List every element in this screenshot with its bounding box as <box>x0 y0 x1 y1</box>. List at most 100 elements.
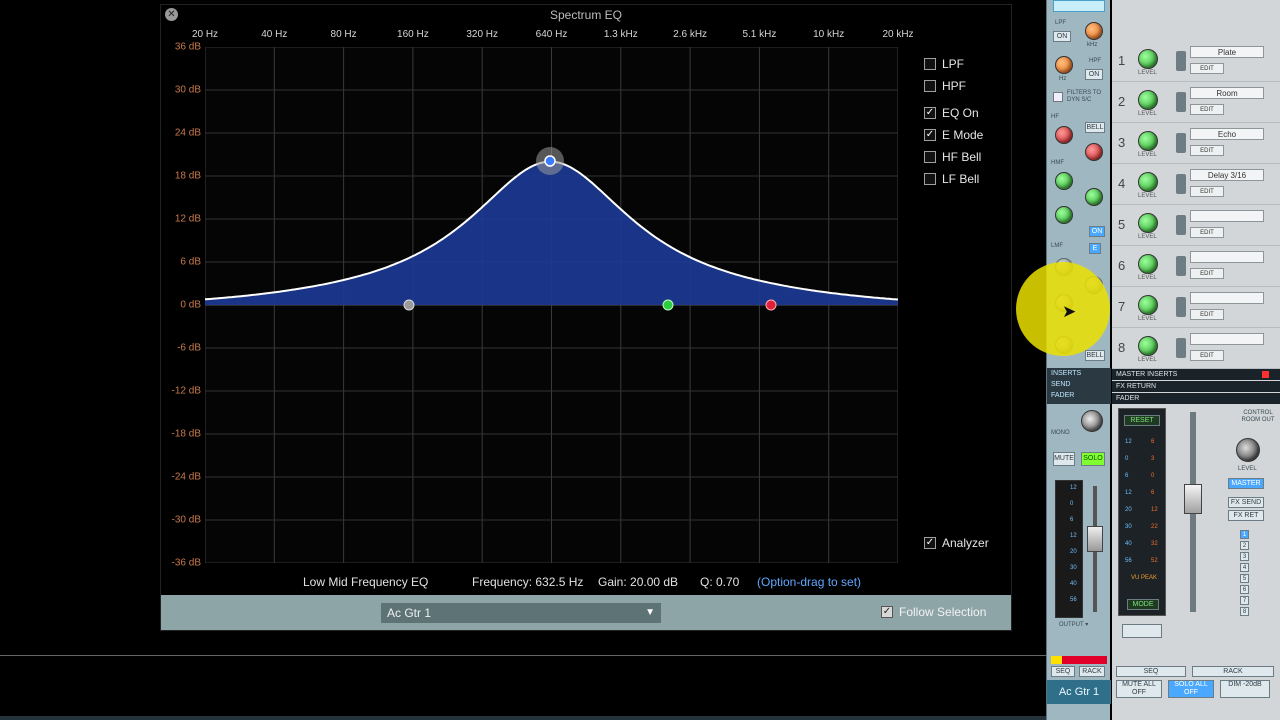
hmf-on-button[interactable]: ON <box>1089 226 1105 237</box>
fx-return-mute-solo[interactable] <box>1176 256 1186 276</box>
reset-button[interactable]: RESET <box>1124 415 1160 426</box>
fx-return-level-knob[interactable] <box>1138 213 1158 233</box>
fx-return-edit-button[interactable]: EDIT <box>1190 63 1224 74</box>
control-room-channel-button[interactable]: 5 <box>1240 574 1249 583</box>
channel-fader-handle[interactable] <box>1087 526 1103 552</box>
low-mid-band-node[interactable] <box>544 155 556 167</box>
fx-send-button[interactable]: FX SEND <box>1228 497 1264 508</box>
high-mid-band-node[interactable] <box>662 299 674 311</box>
inserts-tab[interactable]: INSERTS <box>1047 368 1111 379</box>
fx-ret-button[interactable]: FX RET <box>1228 510 1264 521</box>
lpf-option[interactable]: LPF <box>924 57 983 71</box>
eq-on-option[interactable]: ✓ EQ On <box>924 106 983 120</box>
control-room-channel-button[interactable]: 7 <box>1240 596 1249 605</box>
control-room-channel-button[interactable]: 4 <box>1240 563 1249 572</box>
follow-selection-option[interactable]: ✓ Follow Selection <box>881 605 986 619</box>
analyzer-option[interactable]: ✓ Analyzer <box>924 536 989 550</box>
send-tab[interactable]: SEND <box>1047 379 1111 390</box>
fx-return-level-knob[interactable] <box>1138 49 1158 69</box>
hpf-on-button[interactable]: ON <box>1085 69 1103 80</box>
master-fader-handle[interactable] <box>1184 484 1202 514</box>
e-mode-option[interactable]: ✓ E Mode <box>924 128 983 142</box>
control-room-level-knob[interactable] <box>1236 438 1260 462</box>
lpf-frequency-knob[interactable] <box>1085 22 1103 40</box>
hpf-option[interactable]: HPF <box>924 79 983 93</box>
fx-return-header[interactable]: FX RETURN <box>1112 381 1280 392</box>
fx-return-name[interactable]: Room <box>1190 87 1264 99</box>
fx-return-name[interactable] <box>1190 210 1264 222</box>
hf-bell-checkbox[interactable] <box>924 151 936 163</box>
fx-return-edit-button[interactable]: EDIT <box>1190 268 1224 279</box>
fx-return-mute-solo[interactable] <box>1176 133 1186 153</box>
hf-bell-button[interactable]: BELL <box>1085 122 1105 133</box>
rack-button[interactable]: RACK <box>1079 666 1105 677</box>
analyzer-checkbox[interactable]: ✓ <box>924 537 936 549</box>
channel-name[interactable]: Ac Gtr 1 <box>1047 680 1111 704</box>
meter-mode-button[interactable]: MODE <box>1127 599 1159 610</box>
fx-return-name[interactable] <box>1190 251 1264 263</box>
fader-tab[interactable]: FADER <box>1047 390 1111 401</box>
master-button[interactable]: MASTER <box>1228 478 1264 489</box>
fx-return-mute-solo[interactable] <box>1176 174 1186 194</box>
master-seq-button[interactable]: SEQ <box>1116 666 1186 677</box>
hmf-gain-knob[interactable] <box>1055 172 1073 190</box>
control-room-channel-button[interactable]: 6 <box>1240 585 1249 594</box>
hmf-q-knob[interactable] <box>1055 206 1073 224</box>
fx-return-level-knob[interactable] <box>1138 172 1158 192</box>
fx-return-edit-button[interactable]: EDIT <box>1190 350 1224 361</box>
master-rack-button[interactable]: RACK <box>1192 666 1274 677</box>
filters-to-dyn-checkbox[interactable] <box>1053 92 1063 102</box>
solo-button[interactable]: SOLO <box>1081 452 1105 466</box>
control-room-channel-button[interactable]: 3 <box>1240 552 1249 561</box>
fx-return-edit-button[interactable]: EDIT <box>1190 186 1224 197</box>
hpf-checkbox[interactable] <box>924 80 936 92</box>
control-room-channel-button[interactable]: 2 <box>1240 541 1249 550</box>
follow-selection-checkbox[interactable]: ✓ <box>881 606 893 618</box>
e-mode-checkbox[interactable]: ✓ <box>924 129 936 141</box>
fx-return-edit-button[interactable]: EDIT <box>1190 309 1224 320</box>
fx-return-name[interactable]: Plate <box>1190 46 1264 58</box>
master-eq-graph-button[interactable] <box>1122 624 1162 638</box>
pan-knob[interactable] <box>1081 410 1103 432</box>
fx-return-name[interactable]: Echo <box>1190 128 1264 140</box>
fx-return-level-knob[interactable] <box>1138 295 1158 315</box>
fx-return-level-knob[interactable] <box>1138 336 1158 356</box>
lf-bell-checkbox[interactable] <box>924 173 936 185</box>
output-label[interactable]: OUTPUT ▾ <box>1059 622 1088 629</box>
fx-return-edit-button[interactable]: EDIT <box>1190 145 1224 156</box>
control-room-channel-button[interactable]: 8 <box>1240 607 1249 616</box>
fx-return-mute-solo[interactable] <box>1176 338 1186 358</box>
fx-return-edit-button[interactable]: EDIT <box>1190 227 1224 238</box>
master-inserts-header[interactable]: MASTER INSERTS <box>1112 369 1280 380</box>
fx-return-level-knob[interactable] <box>1138 254 1158 274</box>
fx-return-name[interactable] <box>1190 292 1264 304</box>
hf-gain-knob[interactable] <box>1055 126 1073 144</box>
fx-return-edit-button[interactable]: EDIT <box>1190 104 1224 115</box>
eq-graph-button[interactable] <box>1053 0 1105 12</box>
fx-return-name[interactable] <box>1190 333 1264 345</box>
lpf-on-button[interactable]: ON <box>1053 31 1071 42</box>
e-mode-button[interactable]: E <box>1089 243 1101 254</box>
hmf-frequency-knob[interactable] <box>1085 188 1103 206</box>
fx-return-mute-solo[interactable] <box>1176 297 1186 317</box>
track-select[interactable]: Ac Gtr 1 ▼ <box>381 603 661 623</box>
mute-button[interactable]: MUTE <box>1053 452 1075 466</box>
lpf-checkbox[interactable] <box>924 58 936 70</box>
hf-frequency-knob[interactable] <box>1085 143 1103 161</box>
hf-bell-option[interactable]: HF Bell <box>924 150 983 164</box>
fx-return-level-knob[interactable] <box>1138 90 1158 110</box>
seq-button[interactable]: SEQ <box>1051 666 1075 677</box>
solo-all-off-button[interactable]: SOLO ALL OFF <box>1168 680 1214 698</box>
lf-bell-button[interactable]: BELL <box>1085 350 1105 361</box>
fx-return-mute-solo[interactable] <box>1176 215 1186 235</box>
control-room-channel-button[interactable]: 1 <box>1240 530 1249 539</box>
dim-button[interactable]: DIM -20dB <box>1220 680 1270 698</box>
fader-header[interactable]: FADER <box>1112 393 1280 404</box>
hpf-frequency-knob[interactable] <box>1055 56 1073 74</box>
mute-all-off-button[interactable]: MUTE ALL OFF <box>1116 680 1162 698</box>
fx-return-mute-solo[interactable] <box>1176 92 1186 112</box>
high-band-node[interactable] <box>765 299 777 311</box>
fx-return-name[interactable]: Delay 3/16 <box>1190 169 1264 181</box>
eq-graph[interactable] <box>205 47 898 563</box>
low-band-node[interactable] <box>403 299 415 311</box>
